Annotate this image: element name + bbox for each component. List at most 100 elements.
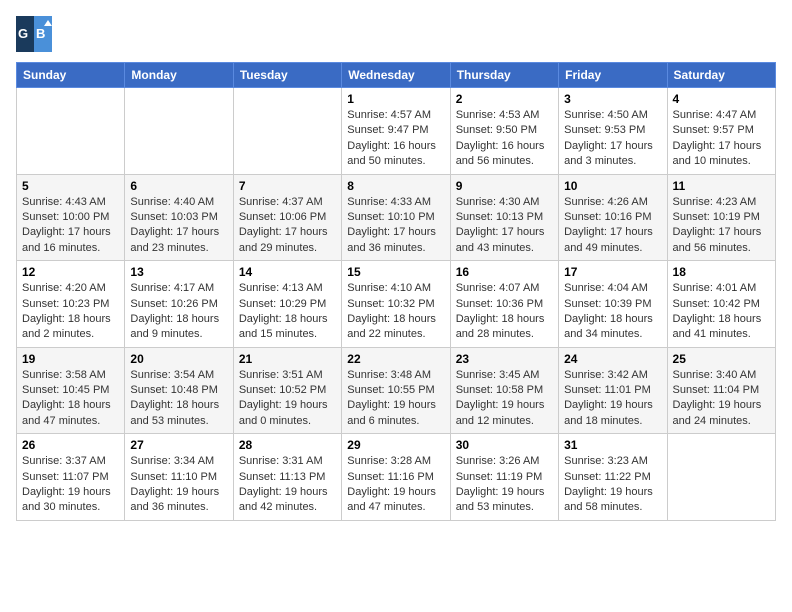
calendar-cell: 16Sunrise: 4:07 AM Sunset: 10:36 PM Dayl… — [450, 261, 558, 348]
day-number: 25 — [673, 352, 770, 366]
day-number: 2 — [456, 92, 553, 106]
day-info: Sunrise: 3:54 AM Sunset: 10:48 PM Daylig… — [130, 368, 227, 430]
calendar-cell: 4 Sunrise: 4:47 AM Sunset: 9:57 PM Daylig… — [667, 88, 775, 175]
day-number: 5 — [22, 179, 119, 193]
calendar-cell: 17Sunrise: 4:04 AM Sunset: 10:39 PM Dayl… — [559, 261, 667, 348]
calendar-cell: 24 Sunrise: 3:42 AM Sunset: 11:01 PM Dayl… — [559, 347, 667, 434]
weekday-header-wednesday: Wednesday — [342, 63, 450, 88]
day-info: Sunrise: 3:31 AM Sunset: 11:13 PM Daylig… — [239, 454, 336, 516]
day-info: Sunrise: 4:10 AM Sunset: 10:32 PM Daylig… — [347, 281, 444, 343]
day-number: 8 — [347, 179, 444, 193]
day-info: Sunrise: 3:34 AM Sunset: 11:10 PM Daylig… — [130, 454, 227, 516]
calendar-cell: 10 Sunrise: 4:26 AM Sunset: 10:16 PM Dayl… — [559, 174, 667, 261]
day-info: Sunrise: 4:40 AM Sunset: 10:03 PM Daylig… — [130, 195, 227, 257]
weekday-header-tuesday: Tuesday — [233, 63, 341, 88]
calendar-cell: 27 Sunrise: 3:34 AM Sunset: 11:10 PM Dayl… — [125, 434, 233, 521]
calendar-cell: 31Sunrise: 3:23 AM Sunset: 11:22 PM Dayl… — [559, 434, 667, 521]
calendar-cell — [17, 88, 125, 175]
calendar-header-row: SundayMondayTuesdayWednesdayThursdayFrid… — [17, 63, 776, 88]
day-info: Sunrise: 3:26 AM Sunset: 11:19 PM Daylig… — [456, 454, 553, 516]
day-info: Sunrise: 3:45 AM Sunset: 10:58 PM Daylig… — [456, 368, 553, 430]
calendar-cell: 18 Sunrise: 4:01 AM Sunset: 10:42 PM Dayl… — [667, 261, 775, 348]
logo-icon: G B — [16, 16, 52, 52]
weekday-header-saturday: Saturday — [667, 63, 775, 88]
calendar-cell: 11Sunrise: 4:23 AM Sunset: 10:19 PM Dayl… — [667, 174, 775, 261]
calendar-cell: 6 Sunrise: 4:40 AM Sunset: 10:03 PM Dayli… — [125, 174, 233, 261]
day-number: 27 — [130, 438, 227, 452]
day-number: 12 — [22, 265, 119, 279]
calendar-cell: 28 Sunrise: 3:31 AM Sunset: 11:13 PM Dayl… — [233, 434, 341, 521]
calendar-cell — [125, 88, 233, 175]
day-number: 24 — [564, 352, 661, 366]
calendar-week-row: 5Sunrise: 4:43 AM Sunset: 10:00 PM Dayli… — [17, 174, 776, 261]
day-number: 4 — [673, 92, 770, 106]
day-number: 26 — [22, 438, 119, 452]
calendar-cell: 8 Sunrise: 4:33 AM Sunset: 10:10 PM Dayli… — [342, 174, 450, 261]
day-number: 21 — [239, 352, 336, 366]
weekday-header-thursday: Thursday — [450, 63, 558, 88]
logo: G B — [16, 16, 56, 52]
day-info: Sunrise: 4:26 AM Sunset: 10:16 PM Daylig… — [564, 195, 661, 257]
calendar-week-row: 19Sunrise: 3:58 AM Sunset: 10:45 PM Dayl… — [17, 347, 776, 434]
day-number: 18 — [673, 265, 770, 279]
calendar-cell: 2Sunrise: 4:53 AM Sunset: 9:50 PM Daylig… — [450, 88, 558, 175]
calendar-cell: 15 Sunrise: 4:10 AM Sunset: 10:32 PM Dayl… — [342, 261, 450, 348]
weekday-header-friday: Friday — [559, 63, 667, 88]
day-number: 15 — [347, 265, 444, 279]
day-info: Sunrise: 4:04 AM Sunset: 10:39 PM Daylig… — [564, 281, 661, 343]
day-info: Sunrise: 3:37 AM Sunset: 11:07 PM Daylig… — [22, 454, 119, 516]
day-number: 20 — [130, 352, 227, 366]
calendar-table: SundayMondayTuesdayWednesdayThursdayFrid… — [16, 62, 776, 521]
calendar-cell: 21 Sunrise: 3:51 AM Sunset: 10:52 PM Dayl… — [233, 347, 341, 434]
day-number: 6 — [130, 179, 227, 193]
day-number: 30 — [456, 438, 553, 452]
calendar-week-row: 26 Sunrise: 3:37 AM Sunset: 11:07 PM Dayl… — [17, 434, 776, 521]
day-info: Sunrise: 4:23 AM Sunset: 10:19 PM Daylig… — [673, 195, 770, 257]
day-number: 3 — [564, 92, 661, 106]
day-number: 7 — [239, 179, 336, 193]
calendar-cell: 23Sunrise: 3:45 AM Sunset: 10:58 PM Dayl… — [450, 347, 558, 434]
day-number: 1 — [347, 92, 444, 106]
calendar-cell: 5Sunrise: 4:43 AM Sunset: 10:00 PM Dayli… — [17, 174, 125, 261]
day-info: Sunrise: 4:17 AM Sunset: 10:26 PM Daylig… — [130, 281, 227, 343]
day-info: Sunrise: 3:28 AM Sunset: 11:16 PM Daylig… — [347, 454, 444, 516]
calendar-cell: 1Sunrise: 4:57 AM Sunset: 9:47 PM Daylig… — [342, 88, 450, 175]
calendar-cell: 25 Sunrise: 3:40 AM Sunset: 11:04 PM Dayl… — [667, 347, 775, 434]
day-info: Sunrise: 3:23 AM Sunset: 11:22 PM Daylig… — [564, 454, 661, 516]
calendar-cell: 7 Sunrise: 4:37 AM Sunset: 10:06 PM Dayli… — [233, 174, 341, 261]
calendar-cell: 22 Sunrise: 3:48 AM Sunset: 10:55 PM Dayl… — [342, 347, 450, 434]
day-number: 22 — [347, 352, 444, 366]
day-info: Sunrise: 3:42 AM Sunset: 11:01 PM Daylig… — [564, 368, 661, 430]
calendar-cell: 19Sunrise: 3:58 AM Sunset: 10:45 PM Dayl… — [17, 347, 125, 434]
day-info: Sunrise: 4:20 AM Sunset: 10:23 PM Daylig… — [22, 281, 119, 343]
calendar-cell: 14Sunrise: 4:13 AM Sunset: 10:29 PM Dayl… — [233, 261, 341, 348]
day-info: Sunrise: 4:33 AM Sunset: 10:10 PM Daylig… — [347, 195, 444, 257]
weekday-header-sunday: Sunday — [17, 63, 125, 88]
page-header: G B — [16, 16, 776, 52]
day-number: 19 — [22, 352, 119, 366]
svg-text:G: G — [18, 26, 28, 41]
day-info: Sunrise: 4:13 AM Sunset: 10:29 PM Daylig… — [239, 281, 336, 343]
day-number: 10 — [564, 179, 661, 193]
calendar-cell: 3 Sunrise: 4:50 AM Sunset: 9:53 PM Daylig… — [559, 88, 667, 175]
svg-text:B: B — [36, 26, 45, 41]
calendar-week-row: 12 Sunrise: 4:20 AM Sunset: 10:23 PM Dayl… — [17, 261, 776, 348]
day-info: Sunrise: 3:51 AM Sunset: 10:52 PM Daylig… — [239, 368, 336, 430]
day-info: Sunrise: 4:37 AM Sunset: 10:06 PM Daylig… — [239, 195, 336, 257]
day-number: 29 — [347, 438, 444, 452]
day-info: Sunrise: 3:40 AM Sunset: 11:04 PM Daylig… — [673, 368, 770, 430]
calendar-cell: 9Sunrise: 4:30 AM Sunset: 10:13 PM Dayli… — [450, 174, 558, 261]
day-info: Sunrise: 4:47 AM Sunset: 9:57 PM Dayligh… — [673, 108, 770, 170]
weekday-header-monday: Monday — [125, 63, 233, 88]
day-info: Sunrise: 4:50 AM Sunset: 9:53 PM Dayligh… — [564, 108, 661, 170]
calendar-cell — [233, 88, 341, 175]
day-info: Sunrise: 3:48 AM Sunset: 10:55 PM Daylig… — [347, 368, 444, 430]
calendar-cell: 29 Sunrise: 3:28 AM Sunset: 11:16 PM Dayl… — [342, 434, 450, 521]
calendar-cell — [667, 434, 775, 521]
day-number: 28 — [239, 438, 336, 452]
calendar-cell: 20 Sunrise: 3:54 AM Sunset: 10:48 PM Dayl… — [125, 347, 233, 434]
calendar-cell: 26 Sunrise: 3:37 AM Sunset: 11:07 PM Dayl… — [17, 434, 125, 521]
calendar-cell: 12 Sunrise: 4:20 AM Sunset: 10:23 PM Dayl… — [17, 261, 125, 348]
day-info: Sunrise: 4:30 AM Sunset: 10:13 PM Daylig… — [456, 195, 553, 257]
day-info: Sunrise: 4:01 AM Sunset: 10:42 PM Daylig… — [673, 281, 770, 343]
